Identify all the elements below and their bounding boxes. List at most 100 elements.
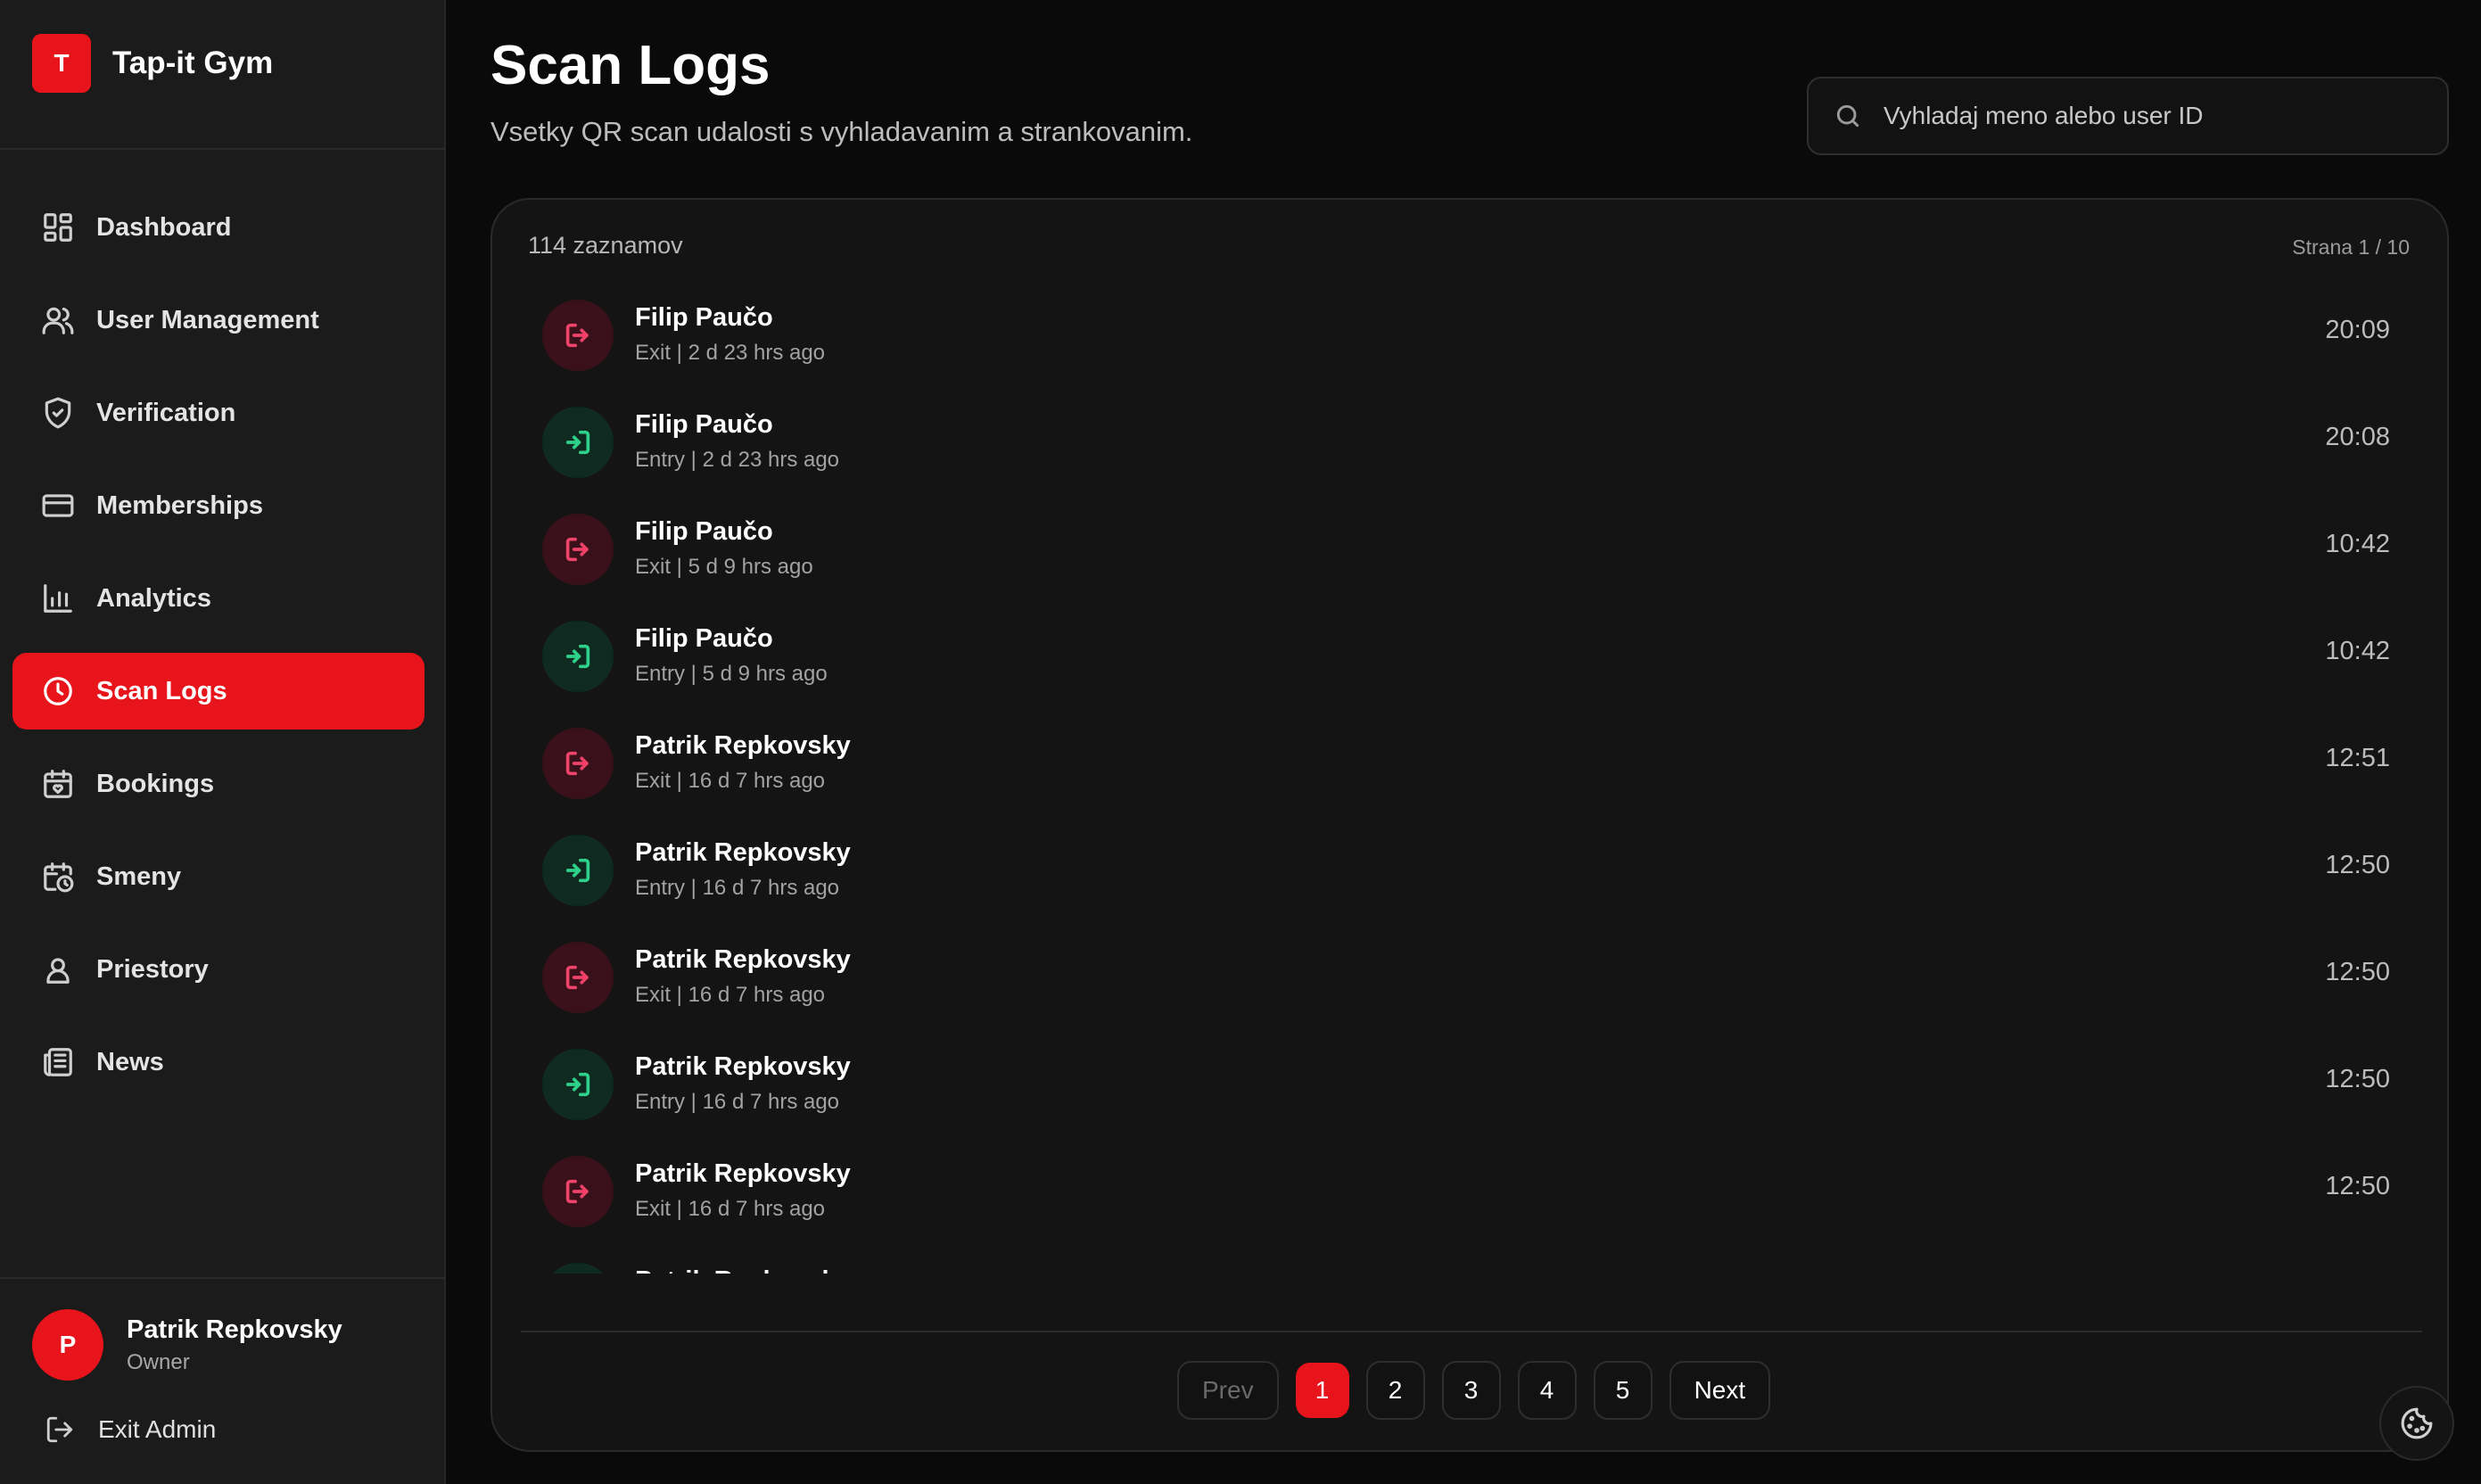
exit-icon xyxy=(542,514,614,585)
log-time: 10:42 xyxy=(2325,530,2390,558)
log-user-name: Filip Paučo xyxy=(635,517,773,546)
page-info: Strana 1 / 10 xyxy=(2292,235,2410,259)
calendar-heart-icon xyxy=(41,767,75,801)
sidebar-item-analytics[interactable]: Analytics xyxy=(12,560,424,637)
search-input[interactable] xyxy=(1882,101,2438,131)
log-user-name: Patrik Repkovsky xyxy=(635,1052,851,1081)
logout-icon xyxy=(46,1416,73,1443)
log-user-name: Patrik Repkovsky xyxy=(635,731,851,760)
log-meta: Entry | 16 d 7 hrs ago xyxy=(635,876,840,900)
sidebar-item-scan-logs[interactable]: Scan Logs xyxy=(12,653,424,730)
search-box[interactable] xyxy=(1807,77,2449,155)
brand-name: Tap-it Gym xyxy=(112,45,274,80)
exit-icon xyxy=(542,300,614,371)
log-meta: Exit | 2 d 23 hrs ago xyxy=(635,341,826,365)
user-card[interactable]: P Patrik Repkovsky Owner xyxy=(32,1309,342,1381)
scan-logs-panel: 114 zaznamov Strana 1 / 10 Filip Paučo Ex… xyxy=(490,198,2449,1452)
sidebar-item-priestory[interactable]: Priestory xyxy=(12,931,424,1008)
scan-log-row[interactable]: Patrik Repkovsky Exit | 16 d 7 hrs ago 12:… xyxy=(492,924,2447,1031)
page-title: Scan Logs xyxy=(490,35,771,96)
log-user-name: Patrik Repkovsky xyxy=(635,838,851,867)
log-time: 12:50 xyxy=(2325,1172,2390,1200)
sidebar-divider xyxy=(0,148,446,150)
sidebar-item-news[interactable]: News xyxy=(12,1024,424,1101)
sidebar-item-bookings[interactable]: Bookings xyxy=(12,746,424,822)
sidebar-bottom-divider xyxy=(0,1277,446,1279)
log-time: 12:50 xyxy=(2325,958,2390,986)
sidebar-item-label: Scan Logs xyxy=(96,676,227,705)
scan-log-row[interactable]: Filip Paučo Exit | 5 d 9 hrs ago 10:42 xyxy=(492,496,2447,603)
exit-icon xyxy=(542,728,614,799)
sidebar-item-label: Bookings xyxy=(96,769,215,798)
search-icon xyxy=(1836,104,1859,128)
scan-log-row[interactable]: Filip Paučo Exit | 2 d 23 hrs ago 20:09 xyxy=(492,282,2447,389)
sidebar-item-verification[interactable]: Verification xyxy=(12,375,424,451)
log-time: 12:51 xyxy=(2325,744,2390,772)
brand[interactable]: T Tap-it Gym xyxy=(32,34,273,93)
log-user-name: Filip Paučo xyxy=(635,410,773,439)
sidebar-item-user-management[interactable]: User Management xyxy=(12,282,424,359)
next-page-button[interactable]: Next xyxy=(1669,1361,1771,1420)
scan-log-row[interactable]: Patrik Repkovsky Exit | 16 d 7 hrs ago 12:… xyxy=(492,1138,2447,1245)
page-button-4[interactable]: 4 xyxy=(1517,1361,1577,1420)
sidebar-nav: Dashboard User Management Verification M… xyxy=(12,189,424,1117)
dashboard-icon xyxy=(41,210,75,244)
log-user-name: Filip Paučo xyxy=(635,303,773,332)
scan-log-row[interactable]: Filip Paučo Entry | 2 d 23 hrs ago 20:08 xyxy=(492,389,2447,496)
sidebar-item-label: Analytics xyxy=(96,583,211,613)
sidebar-item-label: News xyxy=(96,1047,164,1076)
clock-icon xyxy=(41,674,75,708)
pagination: Prev 1 2 3 4 5 Next xyxy=(1177,1361,1787,1420)
scan-log-row[interactable]: Patrik Repkovsky12:49 xyxy=(492,1245,2447,1274)
sidebar-item-smeny[interactable]: Smeny xyxy=(12,838,424,915)
entry-icon xyxy=(542,1263,614,1274)
prev-page-button[interactable]: Prev xyxy=(1177,1361,1279,1420)
brand-logo: T xyxy=(32,34,91,93)
sidebar-item-label: Verification xyxy=(96,398,236,427)
entry-icon xyxy=(542,835,614,906)
sidebar: T Tap-it Gym Dashboard User Management V… xyxy=(0,0,446,1484)
scan-log-row[interactable]: Patrik Repkovsky Entry | 16 d 7 hrs ago 12… xyxy=(492,1031,2447,1138)
entry-icon xyxy=(542,1049,614,1120)
page-button-1[interactable]: 1 xyxy=(1295,1363,1349,1418)
users-icon xyxy=(41,303,75,337)
log-time: 12:50 xyxy=(2325,851,2390,879)
bar-chart-icon xyxy=(41,581,75,615)
cookie-icon xyxy=(2401,1407,2433,1439)
log-user-name: Filip Paučo xyxy=(635,624,773,653)
page-button-2[interactable]: 2 xyxy=(1365,1361,1425,1420)
scan-log-row[interactable]: Patrik Repkovsky Entry | 16 d 7 hrs ago 12… xyxy=(492,817,2447,924)
log-time: 10:42 xyxy=(2325,637,2390,665)
scan-log-list[interactable]: Filip Paučo Exit | 2 d 23 hrs ago 20:09 Fil… xyxy=(492,282,2447,1274)
scan-log-row[interactable]: Filip Paučo Entry | 5 d 9 hrs ago 10:42 xyxy=(492,603,2447,710)
exit-icon xyxy=(542,942,614,1013)
cookie-settings-button[interactable] xyxy=(2379,1386,2454,1461)
user-role: Owner xyxy=(127,1349,190,1374)
entry-icon xyxy=(542,621,614,692)
exit-icon xyxy=(542,1156,614,1227)
log-user-name: Patrik Repkovsky xyxy=(635,945,851,974)
sidebar-item-dashboard[interactable]: Dashboard xyxy=(12,189,424,266)
page-button-3[interactable]: 3 xyxy=(1441,1361,1501,1420)
scan-log-row[interactable]: Patrik Repkovsky Exit | 16 d 7 hrs ago 12:… xyxy=(492,710,2447,817)
sidebar-item-label: Smeny xyxy=(96,862,182,891)
sidebar-item-memberships[interactable]: Memberships xyxy=(12,467,424,544)
exit-admin-label: Exit Admin xyxy=(98,1415,217,1443)
newspaper-icon xyxy=(41,1045,75,1079)
log-time: 12:50 xyxy=(2325,1065,2390,1093)
page-button-5[interactable]: 5 xyxy=(1593,1361,1653,1420)
log-user-name: Patrik Repkovsky xyxy=(635,1159,851,1188)
list-divider xyxy=(521,1331,2422,1332)
avatar: P xyxy=(32,1309,103,1381)
log-meta: Entry | 16 d 7 hrs ago xyxy=(635,1090,840,1114)
shield-check-icon xyxy=(41,396,75,430)
log-meta: Exit | 16 d 7 hrs ago xyxy=(635,1197,826,1221)
exit-admin-button[interactable]: Exit Admin xyxy=(45,1414,216,1445)
entry-icon xyxy=(542,407,614,478)
log-meta: Exit | 16 d 7 hrs ago xyxy=(635,769,826,793)
log-meta: Entry | 2 d 23 hrs ago xyxy=(635,448,840,472)
record-count: 114 zaznamov xyxy=(528,232,683,259)
map-pin-user-icon xyxy=(41,952,75,986)
log-user-name: Patrik Repkovsky xyxy=(635,1266,851,1274)
log-time: 20:09 xyxy=(2325,316,2390,344)
